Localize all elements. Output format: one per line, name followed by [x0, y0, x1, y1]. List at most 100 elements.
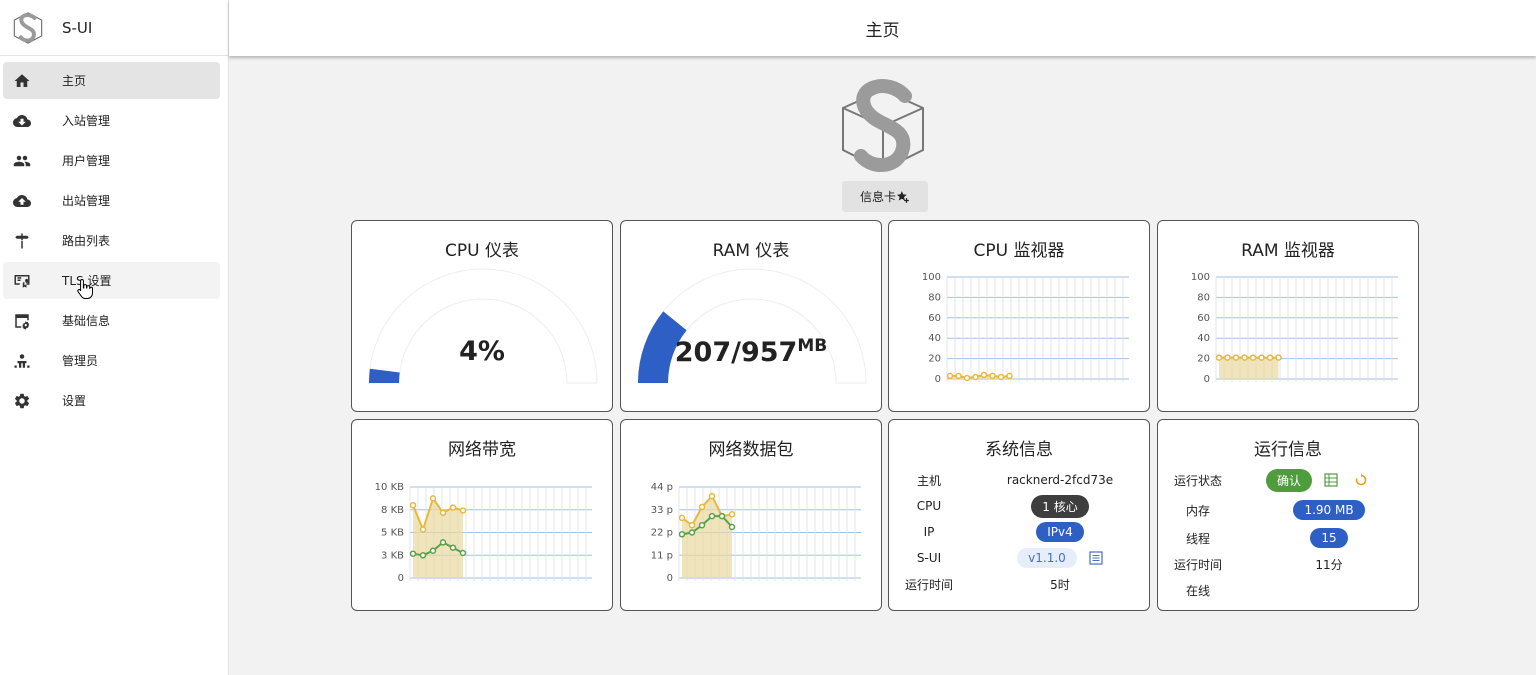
data-point	[678, 514, 686, 522]
log-list-icon[interactable]	[1089, 551, 1103, 565]
y-tick-label: 100	[1191, 272, 1210, 283]
page-title: 主页	[865, 20, 900, 41]
app-name: S-UI	[62, 18, 93, 37]
sidebar-item-label: 用户管理	[62, 154, 111, 168]
y-tick-label: 20	[1197, 354, 1210, 365]
y-tick-label: 40	[928, 333, 941, 344]
sidebar-item-admins[interactable]: 管理员	[3, 342, 220, 379]
info-card-button-label: 信息卡	[859, 190, 896, 204]
system-info-row-ip: IP IPv4	[889, 519, 1151, 545]
card-title: 系统信息	[985, 440, 1053, 460]
data-point	[1006, 372, 1013, 380]
sidebar-item-users[interactable]: 用户管理	[3, 142, 220, 179]
network-bandwidth-chart: 10 KB 8 KB 5 KB 3 KB 0	[375, 482, 592, 584]
cpu-gauge-card: CPU 仪表 4%	[351, 220, 613, 412]
data-point	[955, 372, 962, 380]
data-point	[728, 511, 736, 518]
sidebar-item-label: 路由列表	[62, 234, 111, 248]
cpu-gauge	[368, 268, 598, 384]
data-point	[449, 504, 457, 511]
network-packets-chart: 44 p 33 p 22 p 11 p 0	[651, 482, 861, 584]
info-key: CPU	[916, 499, 942, 513]
data-point	[946, 372, 954, 380]
top-app-bar: 主页	[229, 0, 1536, 56]
sidebar-item-home[interactable]: 主页	[3, 62, 220, 99]
ram-gauge-unit: MB	[797, 336, 828, 356]
y-tick-label: 22 p	[651, 528, 673, 539]
data-point	[429, 547, 437, 554]
sidebar-item-rules[interactable]: 路由列表	[3, 222, 220, 259]
system-info-row-sui: S-UI v1.1.0	[889, 545, 1151, 571]
cloud-download-icon	[12, 111, 32, 131]
sidebar-item-inbounds[interactable]: 入站管理	[3, 102, 220, 139]
y-tick-label: 10 KB	[375, 482, 404, 493]
ram-monitor-chart: 100 80 60 40 20 0	[1191, 272, 1398, 385]
s-ui-logo-icon	[13, 11, 43, 44]
y-tick-label: 11 p	[651, 550, 673, 561]
info-card-button[interactable]: 信息卡	[842, 181, 928, 212]
data-point	[678, 531, 686, 538]
s-ui-logo-icon	[842, 79, 924, 172]
cloud-upload-icon	[12, 191, 32, 211]
sidebar-item-basics[interactable]: 基础信息	[3, 302, 220, 339]
users-icon	[12, 151, 32, 171]
sidebar-item-tls[interactable]: TLS 设置	[3, 262, 220, 299]
cpu-gauge-value: 4%	[459, 336, 505, 367]
system-info-card: 系统信息 主机 racknerd-2fcd73e CPU 1 核心 IP IPv…	[888, 419, 1150, 611]
data-point	[1215, 354, 1223, 361]
data-point	[718, 512, 726, 520]
data-point	[1266, 354, 1274, 361]
y-tick-label: 3 KB	[381, 550, 404, 561]
data-point	[963, 374, 971, 382]
ram-gauge-value: 207/957	[674, 337, 798, 368]
data-point	[1249, 354, 1257, 361]
threads-badge: 15	[1310, 528, 1348, 548]
y-tick-label: 0	[935, 374, 941, 385]
data-point	[409, 550, 417, 557]
sidebar-item-label: 入站管理	[62, 114, 111, 128]
sidebar-item-label: 基础信息	[62, 314, 111, 328]
table-icon[interactable]	[1324, 473, 1338, 487]
ram-monitor-card: RAM 监视器 100 80 60 40 20 0	[1157, 220, 1419, 412]
info-key: 内存	[1185, 503, 1210, 518]
ip-badge[interactable]: IPv4	[1036, 522, 1084, 542]
y-tick-label: 80	[928, 292, 941, 303]
data-point	[708, 492, 716, 500]
y-tick-label: 20	[928, 354, 941, 365]
run-info-card: 运行信息 运行状态 确认 内存 1.90 MB 线程 15 运行时间 11分 在…	[1157, 419, 1419, 611]
restart-icon[interactable]	[1354, 473, 1368, 487]
sidebar-item-label: 管理员	[62, 354, 99, 368]
cpu-monitor-card: CPU 监视器 100 80 60 40 20 0	[888, 220, 1150, 412]
info-key: 主机	[916, 473, 941, 488]
memory-badge: 1.90 MB	[1293, 500, 1365, 520]
data-point	[1275, 354, 1282, 361]
y-tick-label: 0	[1204, 374, 1210, 385]
settings-window-icon	[12, 311, 32, 331]
data-point	[708, 512, 716, 520]
data-point	[419, 552, 427, 559]
sidebar-item-settings[interactable]: 设置	[3, 382, 220, 419]
data-point	[980, 371, 988, 379]
info-key: 在线	[1185, 583, 1210, 598]
data-point	[972, 373, 979, 381]
run-info-row-status: 运行状态 确认	[1158, 467, 1420, 493]
cpu-monitor-chart: 100 80 60 40 20 0	[922, 272, 1129, 385]
y-tick-label: 100	[922, 272, 941, 283]
run-info-row-threads: 线程 15	[1158, 525, 1420, 551]
y-tick-label: 44 p	[651, 482, 673, 493]
brand[interactable]: S-UI	[0, 0, 228, 56]
sidebar-item-label: 设置	[62, 394, 87, 408]
data-point	[449, 544, 457, 551]
certificate-icon	[12, 271, 32, 291]
info-key: S-UI	[916, 551, 942, 565]
y-tick-label: 40	[1197, 333, 1210, 344]
data-point	[688, 529, 696, 536]
data-point	[1224, 354, 1231, 361]
y-tick-label: 0	[398, 573, 404, 584]
info-key: 运行时间	[904, 577, 953, 592]
home-icon	[12, 71, 32, 91]
sidebar-item-outbounds[interactable]: 出站管理	[3, 182, 220, 219]
series-area	[682, 496, 732, 578]
admin-icon	[12, 351, 32, 371]
data-point	[439, 509, 447, 517]
